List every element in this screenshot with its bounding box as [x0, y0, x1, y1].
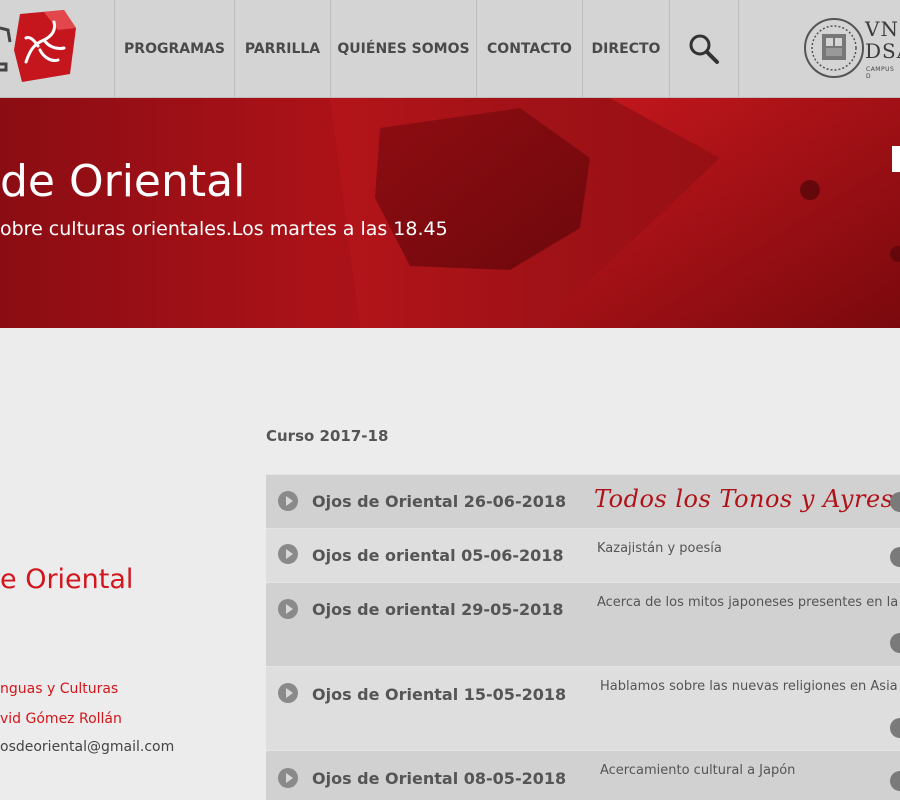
university-name-line1: VNI — [865, 17, 900, 41]
episode-description: Acerca de los mitos japoneses presentes … — [597, 595, 899, 610]
top-navigation-bar: PROGRAMAS PARRILLA QUIÉNES SOMOS CONTACT… — [0, 0, 900, 98]
episode-description: Hablamos sobre las nuevas religiones en … — [600, 679, 898, 694]
nav-directo[interactable]: DIRECTO — [582, 0, 669, 98]
program-banner: de Oriental obre culturas orientales.Los… — [0, 98, 900, 328]
sidebar-email: osdeoriental@gmail.com — [0, 739, 175, 755]
episode-row[interactable]: Ojos de Oriental 08-05-2018 Acercamiento… — [266, 750, 900, 800]
nav-label: PROGRAMAS — [124, 41, 225, 57]
nav-quienes-somos[interactable]: QUIÉNES SOMOS — [330, 0, 476, 98]
episode-row[interactable]: Ojos de oriental 05-06-2018 Kazajistán y… — [266, 528, 900, 582]
nav-label: QUIÉNES SOMOS — [337, 41, 470, 57]
university-name-line2: DSA — [865, 39, 900, 63]
play-icon[interactable] — [278, 491, 298, 511]
university-name: VNI DSA — [865, 18, 900, 62]
more-icon[interactable] — [890, 547, 900, 567]
search-button[interactable] — [669, 0, 739, 98]
episode-row[interactable]: Ojos de Oriental 15-05-2018 Hablamos sob… — [266, 666, 900, 750]
sidebar-author-link[interactable]: vid Gómez Rollán — [0, 711, 122, 727]
play-icon[interactable] — [278, 544, 298, 564]
play-icon[interactable] — [278, 768, 298, 788]
radio-logo[interactable] — [0, 0, 114, 98]
university-subtitle: CAMPUS D — [866, 66, 895, 80]
banner-title: de Oriental — [0, 156, 246, 207]
episode-title[interactable]: Ojos de Oriental 08-05-2018 — [312, 769, 566, 788]
nav-label: CONTACTO — [487, 41, 572, 57]
episode-title[interactable]: Ojos de Oriental 15-05-2018 — [312, 685, 566, 704]
nav-label: DIRECTO — [591, 41, 661, 57]
episode-title[interactable]: Ojos de oriental 29-05-2018 — [312, 600, 564, 619]
sidebar-department-link[interactable]: nguas y Culturas — [0, 681, 118, 697]
episode-title[interactable]: Ojos de Oriental 26-06-2018 — [312, 492, 566, 511]
nav-programas[interactable]: PROGRAMAS — [114, 0, 234, 98]
section-title: Curso 2017-18 — [266, 427, 389, 445]
search-icon — [689, 34, 719, 64]
more-icon[interactable] — [890, 771, 900, 791]
episode-description: Todos los Tonos y Ayres — [594, 485, 894, 513]
more-icon[interactable] — [890, 718, 900, 738]
banner-subtitle: obre culturas orientales.Los martes a la… — [0, 218, 448, 240]
episode-row[interactable]: Ojos de Oriental 26-06-2018 Todos los To… — [266, 474, 900, 528]
play-icon[interactable] — [278, 599, 298, 619]
sidebar-program-title: e Oriental — [0, 564, 134, 595]
episode-description: Kazajistán y poesía — [597, 541, 722, 556]
episode-row[interactable]: Ojos de oriental 29-05-2018 Acerca de lo… — [266, 582, 900, 666]
nav-parrilla[interactable]: PARRILLA — [234, 0, 330, 98]
banner-background — [0, 98, 900, 328]
nav-label: PARRILLA — [244, 41, 321, 57]
episode-title[interactable]: Ojos de oriental 05-06-2018 — [312, 546, 564, 565]
episode-description: Acercamiento cultural a Japón — [600, 763, 796, 778]
play-icon[interactable] — [278, 683, 298, 703]
more-icon[interactable] — [890, 633, 900, 653]
nav-contacto[interactable]: CONTACTO — [476, 0, 582, 98]
